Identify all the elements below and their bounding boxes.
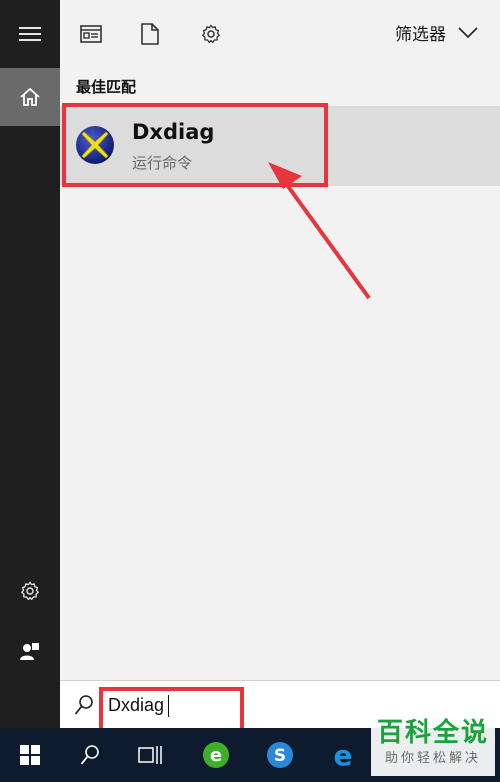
360-browser-icon: e — [203, 742, 229, 768]
taskbar-app-sogou-browser[interactable]: S — [250, 728, 310, 782]
taskbar-app-360-browser[interactable]: e — [186, 728, 246, 782]
svg-text:e: e — [334, 741, 353, 769]
watermark-title: 百科全说 — [376, 718, 489, 748]
taskbar-search-button[interactable] — [60, 728, 120, 782]
search-icon — [74, 695, 93, 715]
edge-icon: e — [334, 741, 353, 769]
sogou-browser-icon: S — [267, 742, 293, 768]
svg-text:e: e — [210, 745, 222, 766]
svg-text:S: S — [274, 746, 286, 766]
task-view-icon — [138, 746, 162, 764]
task-view-button[interactable] — [120, 728, 180, 782]
search-icon — [80, 745, 99, 765]
watermark-logo: 百科全说 助你轻松解决 — [371, 716, 495, 776]
taskbar-app-edge[interactable]: e — [313, 728, 373, 782]
watermark-subtitle: 助你轻松解决 — [384, 751, 481, 766]
windows-start-icon — [20, 745, 40, 765]
start-button[interactable] — [0, 728, 60, 782]
annotation-arrow — [268, 162, 371, 300]
